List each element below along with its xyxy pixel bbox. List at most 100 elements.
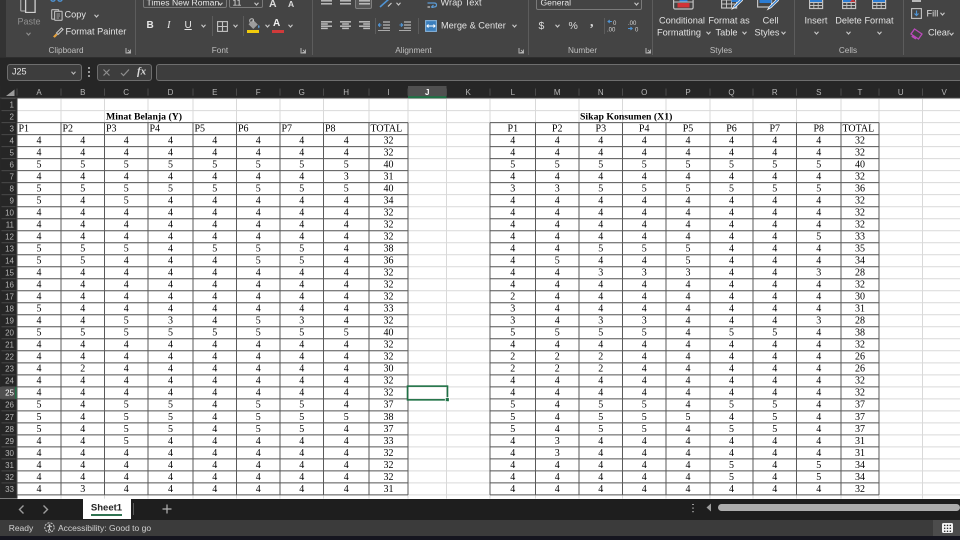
svg-text:4: 4 xyxy=(555,304,560,315)
svg-text:5: 5 xyxy=(168,424,173,435)
svg-text:4: 4 xyxy=(80,412,85,423)
svg-text:4: 4 xyxy=(510,172,515,183)
svg-text:4: 4 xyxy=(685,136,690,147)
svg-text:5: 5 xyxy=(256,328,261,339)
svg-text:26: 26 xyxy=(5,401,14,410)
svg-text:4: 4 xyxy=(510,196,515,207)
svg-text:4: 4 xyxy=(124,256,129,267)
svg-text:4: 4 xyxy=(816,136,821,147)
svg-text:5: 5 xyxy=(772,400,777,411)
svg-text:3: 3 xyxy=(555,436,560,447)
svg-text:4: 4 xyxy=(642,364,647,375)
svg-text:4: 4 xyxy=(685,448,690,459)
svg-text:4: 4 xyxy=(299,136,304,147)
svg-text:5: 5 xyxy=(299,424,304,435)
svg-text:32: 32 xyxy=(384,352,394,363)
svg-text:40: 40 xyxy=(384,184,394,195)
svg-text:4: 4 xyxy=(80,352,85,363)
svg-text:4: 4 xyxy=(80,424,85,435)
svg-text:4: 4 xyxy=(124,376,129,387)
svg-text:P6: P6 xyxy=(238,124,249,135)
svg-text:4: 4 xyxy=(80,280,85,291)
svg-text:4: 4 xyxy=(212,280,217,291)
svg-text:4: 4 xyxy=(344,196,349,207)
svg-text:5: 5 xyxy=(555,160,560,171)
svg-text:4: 4 xyxy=(80,148,85,159)
svg-text:4: 4 xyxy=(37,292,42,303)
svg-text:32: 32 xyxy=(855,220,865,231)
svg-text:5: 5 xyxy=(598,244,603,255)
svg-text:37: 37 xyxy=(855,400,865,411)
svg-text:32: 32 xyxy=(384,448,394,459)
svg-text:17: 17 xyxy=(5,293,14,302)
svg-text:4: 4 xyxy=(299,208,304,219)
svg-text:34: 34 xyxy=(855,460,865,471)
svg-text:4: 4 xyxy=(344,316,349,327)
svg-text:4: 4 xyxy=(168,136,173,147)
svg-text:4: 4 xyxy=(299,232,304,243)
svg-text:4: 4 xyxy=(168,220,173,231)
svg-text:4: 4 xyxy=(729,364,734,375)
svg-text:4: 4 xyxy=(729,148,734,159)
svg-text:4: 4 xyxy=(212,448,217,459)
svg-text:5: 5 xyxy=(80,328,85,339)
svg-text:4: 4 xyxy=(344,292,349,303)
svg-text:5: 5 xyxy=(212,328,217,339)
svg-text:4: 4 xyxy=(212,484,217,495)
svg-text:4: 4 xyxy=(212,220,217,231)
svg-text:24: 24 xyxy=(5,377,14,386)
svg-text:4: 4 xyxy=(37,208,42,219)
svg-text:4: 4 xyxy=(642,256,647,267)
svg-text:4: 4 xyxy=(685,292,690,303)
svg-text:5: 5 xyxy=(299,160,304,171)
svg-text:28: 28 xyxy=(855,268,865,279)
svg-text:1: 1 xyxy=(10,101,15,110)
svg-text:4: 4 xyxy=(772,220,777,231)
svg-text:4: 4 xyxy=(729,136,734,147)
svg-text:4: 4 xyxy=(37,472,42,483)
svg-text:3: 3 xyxy=(598,316,603,327)
svg-text:3: 3 xyxy=(642,316,647,327)
svg-text:4: 4 xyxy=(256,388,261,399)
svg-text:4: 4 xyxy=(344,376,349,387)
svg-text:5: 5 xyxy=(80,244,85,255)
svg-text:4: 4 xyxy=(772,172,777,183)
svg-text:U: U xyxy=(898,88,904,97)
svg-text:4: 4 xyxy=(772,292,777,303)
svg-text:5: 5 xyxy=(642,244,647,255)
svg-text:4: 4 xyxy=(37,148,42,159)
svg-text:4: 4 xyxy=(212,172,217,183)
svg-text:5: 5 xyxy=(124,244,129,255)
svg-text:4: 4 xyxy=(685,148,690,159)
svg-text:4: 4 xyxy=(772,484,777,495)
svg-text:4: 4 xyxy=(685,280,690,291)
svg-text:20: 20 xyxy=(5,329,14,338)
svg-text:32: 32 xyxy=(384,316,394,327)
svg-text:4: 4 xyxy=(37,436,42,447)
svg-text:4: 4 xyxy=(80,460,85,471)
svg-text:4: 4 xyxy=(555,280,560,291)
svg-text:4: 4 xyxy=(772,352,777,363)
svg-text:3: 3 xyxy=(510,316,515,327)
svg-text:4: 4 xyxy=(510,244,515,255)
svg-text:4: 4 xyxy=(598,232,603,243)
svg-text:18: 18 xyxy=(5,305,14,314)
svg-text:4: 4 xyxy=(685,400,690,411)
svg-text:4: 4 xyxy=(772,196,777,207)
svg-text:5: 5 xyxy=(37,196,42,207)
svg-text:4: 4 xyxy=(256,268,261,279)
svg-text:4: 4 xyxy=(510,472,515,483)
svg-text:5: 5 xyxy=(80,160,85,171)
svg-text:4: 4 xyxy=(344,280,349,291)
svg-text:37: 37 xyxy=(855,424,865,435)
svg-text:4: 4 xyxy=(37,280,42,291)
svg-text:2: 2 xyxy=(80,364,85,375)
svg-text:M: M xyxy=(554,88,561,97)
svg-text:5: 5 xyxy=(37,184,42,195)
svg-text:4: 4 xyxy=(816,388,821,399)
svg-text:4: 4 xyxy=(685,196,690,207)
svg-text:T: T xyxy=(858,88,863,97)
svg-text:4: 4 xyxy=(212,340,217,351)
svg-text:4: 4 xyxy=(685,364,690,375)
svg-text:4: 4 xyxy=(729,340,734,351)
